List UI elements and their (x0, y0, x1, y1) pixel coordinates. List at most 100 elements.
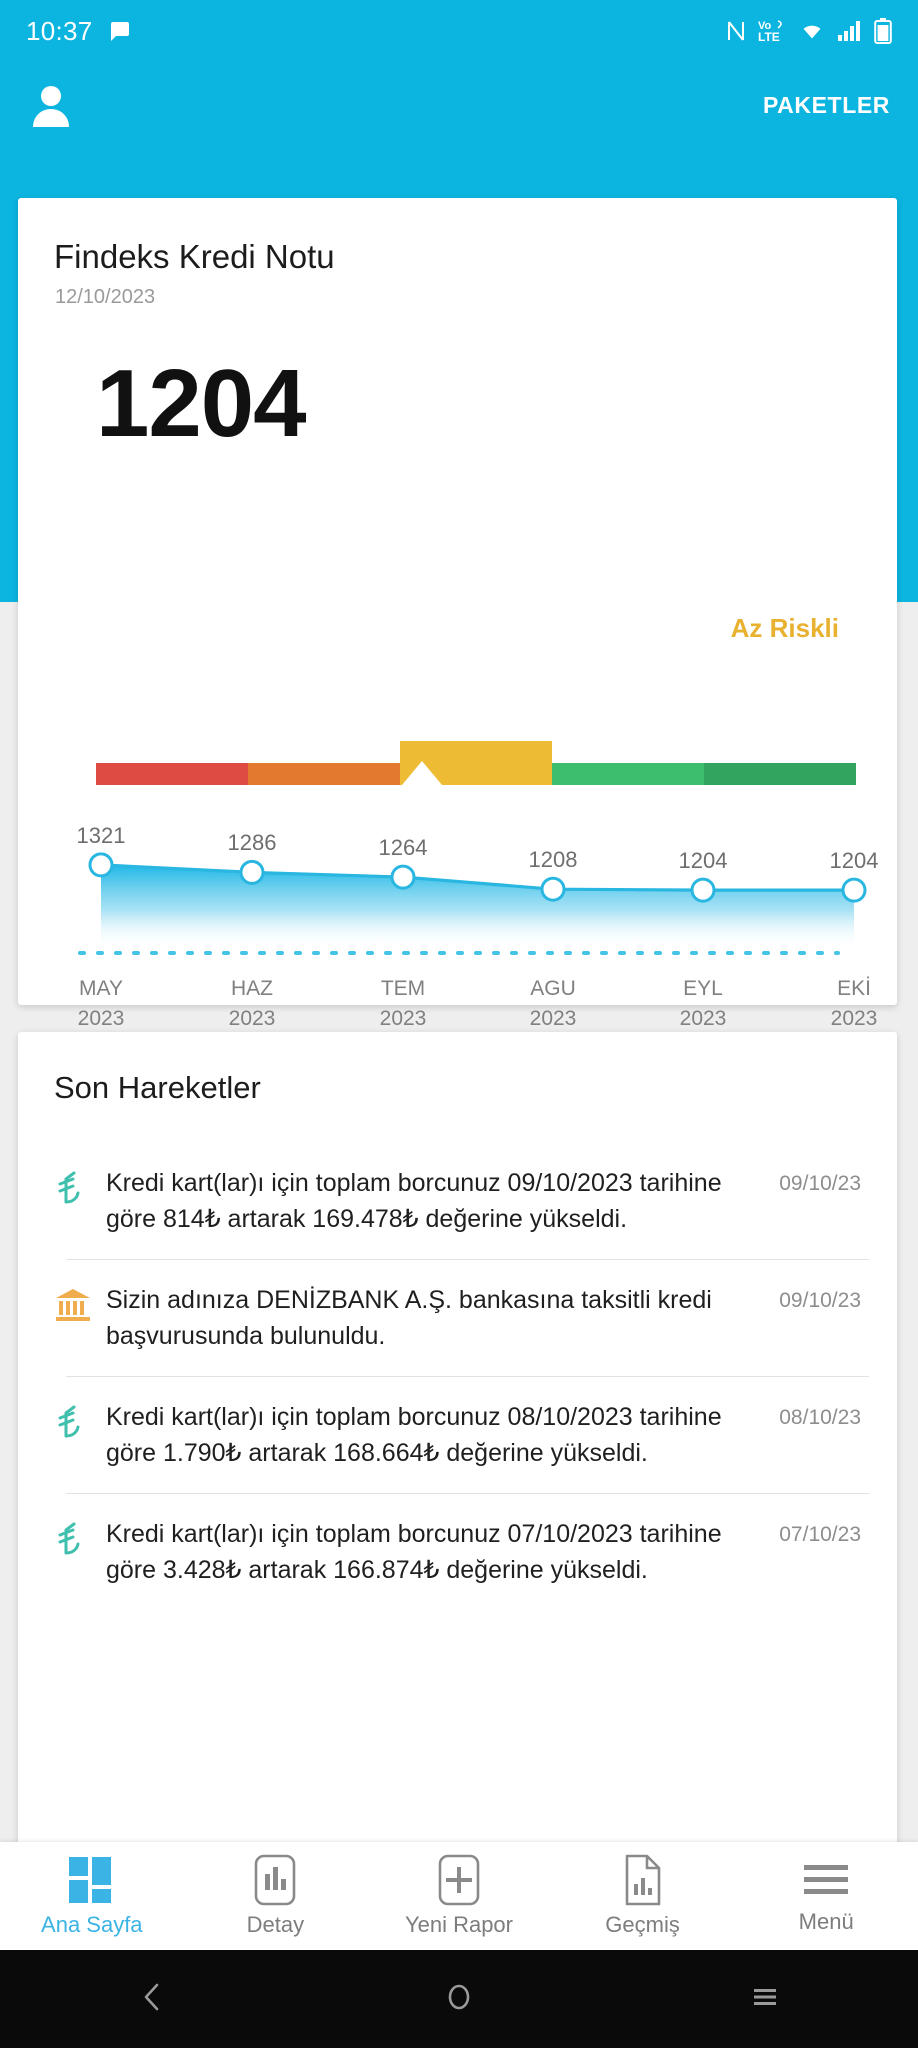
chart-svg (78, 852, 867, 955)
activity-item[interactable]: Kredi kart(lar)ı için toplam borcunuz 09… (18, 1142, 897, 1259)
cellular-signal-icon (837, 19, 863, 43)
paketler-button[interactable]: PAKETLER (763, 92, 890, 119)
chart-point[interactable] (239, 859, 265, 885)
credit-score-card[interactable]: Findeks Kredi Notu 12/10/2023 1204 Az Ri… (18, 198, 897, 1031)
risk-segment-cok-iyi (704, 763, 856, 785)
battery-icon (874, 18, 892, 44)
chart-point-label: 1208 (528, 847, 578, 873)
tab-label: Yeni Rapor (404, 1912, 513, 1937)
chart-x-year: 2023 (228, 1007, 276, 1031)
lira-icon (54, 1400, 106, 1471)
chart-point-label: 1321 (76, 822, 126, 848)
bar-chart-icon (252, 1854, 298, 1906)
tab-label: Detay (246, 1912, 305, 1937)
chart-point[interactable] (88, 852, 114, 878)
activity-item[interactable]: Kredi kart(lar)ı için toplam borcunuz 07… (18, 1493, 897, 1610)
recent-activity-card[interactable]: Son Hareketler Kredi kart(lar)ı için top… (18, 1032, 897, 1844)
score-value: 1204 (96, 350, 307, 457)
chart-x-month: AGU (530, 977, 576, 1000)
chart-x-label: MAY 2023 (78, 974, 125, 1035)
android-navigation-bar (0, 1950, 918, 2048)
chart-point[interactable] (690, 877, 716, 903)
tab-menü[interactable]: Menü (734, 1842, 918, 1950)
chart-x-month: EKİ (837, 977, 871, 1000)
risk-meter (96, 741, 856, 785)
tab-label: Geçmiş (605, 1912, 680, 1937)
activity-item-text: Kredi kart(lar)ı için toplam borcunuz 09… (106, 1169, 722, 1233)
chart-point-label: 1264 (378, 835, 428, 861)
chart-point[interactable] (540, 876, 566, 902)
chart-x-month: EYL (683, 977, 723, 1000)
chart-x-year: 2023 (379, 1007, 427, 1031)
activity-item-text: Sizin adınıza DENİZBANK A.Ş. bankasına t… (106, 1286, 712, 1350)
wifi-icon (798, 19, 826, 43)
tab-detay[interactable]: Detay (184, 1842, 368, 1950)
tab-geçmiş[interactable]: Geçmiş (551, 1842, 735, 1950)
activity-list: Kredi kart(lar)ı için toplam borcunuz 09… (18, 1142, 897, 1610)
home-circle-icon (442, 1980, 476, 2019)
avatar[interactable] (28, 82, 74, 128)
tab-label: Menü (798, 1909, 854, 1934)
risk-status-badge: Az Riskli (730, 613, 839, 643)
risk-segment-cok-riskli (96, 763, 248, 785)
score-history-chart: 1321 1286 1264 1208 1204 1204 MAY 2023 HAZ 2023 T… (18, 798, 897, 1031)
activity-item-date: 09/10/23 (779, 1172, 861, 1195)
chart-point-label: 1204 (829, 848, 879, 874)
section-title: Son Hareketler (54, 1070, 261, 1105)
hamburger-icon (800, 1857, 852, 1903)
lira-icon (54, 1517, 106, 1588)
status-bar: 10:37 Vo LTE (0, 0, 918, 62)
nav-recents-button[interactable] (705, 1950, 825, 2048)
app-bar: PAKETLER (0, 62, 918, 148)
risk-segment-iyi (552, 763, 704, 785)
chart-x-label: EKİ 2023 (831, 974, 878, 1035)
plus-icon (436, 1854, 482, 1906)
chat-bubble-icon (107, 19, 131, 43)
activity-item[interactable]: Kredi kart(lar)ı için toplam borcunuz 08… (18, 1376, 897, 1493)
home-grid-icon (66, 1854, 118, 1906)
nav-home-button[interactable] (399, 1950, 519, 2048)
chart-x-year: 2023 (679, 1007, 727, 1031)
back-chevron-icon (136, 1980, 170, 2019)
chart-x-label: HAZ 2023 (229, 974, 276, 1035)
person-icon (30, 83, 72, 127)
chart-x-month: HAZ (231, 977, 273, 1000)
chart-x-month: TEM (380, 977, 426, 1000)
bank-icon (54, 1283, 106, 1354)
chart-x-label: AGU 2023 (530, 974, 577, 1035)
activity-item-date: 09/10/23 (779, 1289, 861, 1312)
tab-ana-sayfa[interactable]: Ana Sayfa (0, 1842, 184, 1950)
risk-segment-riskli (248, 763, 400, 785)
nfc-icon (726, 19, 746, 43)
chart-point[interactable] (390, 864, 416, 890)
risk-pointer-icon (402, 761, 442, 785)
activity-item-date: 07/10/23 (779, 1523, 861, 1546)
chart-x-label: EYL 2023 (680, 974, 727, 1035)
page-title: Findeks Kredi Notu (54, 238, 335, 275)
nav-back-button[interactable] (93, 1950, 213, 2048)
chart-point[interactable] (841, 877, 867, 903)
document-chart-icon (621, 1854, 665, 1906)
tab-yeni-rapor[interactable]: Yeni Rapor (367, 1842, 551, 1950)
chart-x-month: MAY (79, 977, 123, 1000)
lira-icon (54, 1166, 106, 1237)
chart-x-year: 2023 (830, 1007, 878, 1031)
chart-area (101, 864, 854, 948)
status-time: 10:37 (26, 15, 93, 46)
activity-item-date: 08/10/23 (779, 1406, 861, 1429)
chart-point-label: 1204 (678, 848, 728, 874)
activity-item-text: Kredi kart(lar)ı için toplam borcunuz 08… (106, 1403, 722, 1467)
chart-x-label: TEM 2023 (380, 974, 427, 1035)
recents-icon (748, 1980, 782, 2019)
chart-point-label: 1286 (227, 830, 277, 856)
volte-icon: Vo LTE (757, 18, 787, 44)
bottom-tab-bar: Ana Sayfa Detay Yeni Rapor Geçmiş Menü (0, 1842, 918, 1950)
chart-x-year: 2023 (77, 1007, 125, 1031)
score-date: 12/10/2023 (55, 286, 156, 308)
tab-label: Ana Sayfa (41, 1912, 143, 1937)
app-screen: 10:37 Vo LTE PAKETLER Findeks Kredi Notu… (0, 0, 918, 2048)
chart-x-year: 2023 (529, 1007, 577, 1031)
activity-item-text: Kredi kart(lar)ı için toplam borcunuz 07… (106, 1520, 722, 1584)
activity-item[interactable]: Sizin adınıza DENİZBANK A.Ş. bankasına t… (18, 1259, 897, 1376)
svg-text:LTE: LTE (758, 30, 780, 44)
